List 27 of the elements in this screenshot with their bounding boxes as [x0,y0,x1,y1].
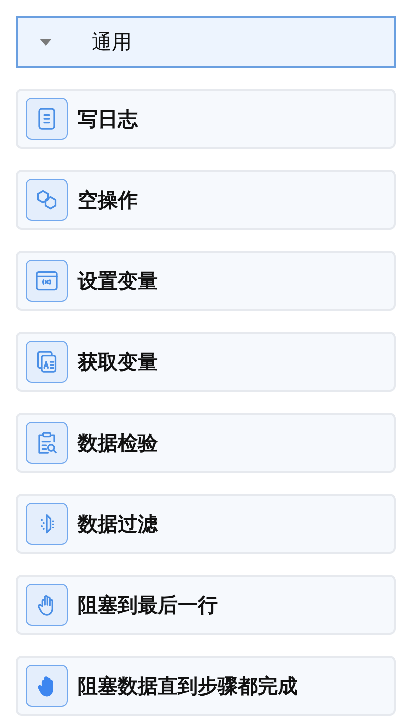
caret-icon [40,38,52,46]
clipboard-icon [26,422,68,464]
step-label: 数据检验 [78,430,158,456]
step-label: 写日志 [78,106,138,132]
step-item[interactable]: 写日志 [16,89,396,149]
filter-icon [26,503,68,545]
step-item[interactable]: 获取变量 [16,332,396,392]
step-item[interactable]: 数据检验 [16,413,396,473]
step-item[interactable]: 阻塞到最后一行 [16,575,396,635]
step-item[interactable]: 设置变量 [16,251,396,311]
step-label: 空操作 [78,186,138,214]
hexagons-icon [26,179,68,221]
step-label: 设置变量 [78,268,158,294]
step-label: 数据过滤 [78,510,158,538]
document-icon [26,98,68,140]
variable-icon [26,260,68,302]
step-label: 阻塞到最后一行 [78,592,218,618]
step-item[interactable]: 空操作 [16,170,396,230]
group-header[interactable]: 通用 [16,16,396,68]
group-title: 通用 [92,28,132,56]
hand-icon [26,584,68,626]
step-item[interactable]: 阻塞数据直到步骤都完成 [16,656,396,716]
step-label: 阻塞数据直到步骤都完成 [78,672,298,700]
step-item[interactable]: 数据过滤 [16,494,396,554]
hand-icon [26,665,68,707]
step-label: 获取变量 [78,348,158,376]
pages-icon [26,341,68,383]
